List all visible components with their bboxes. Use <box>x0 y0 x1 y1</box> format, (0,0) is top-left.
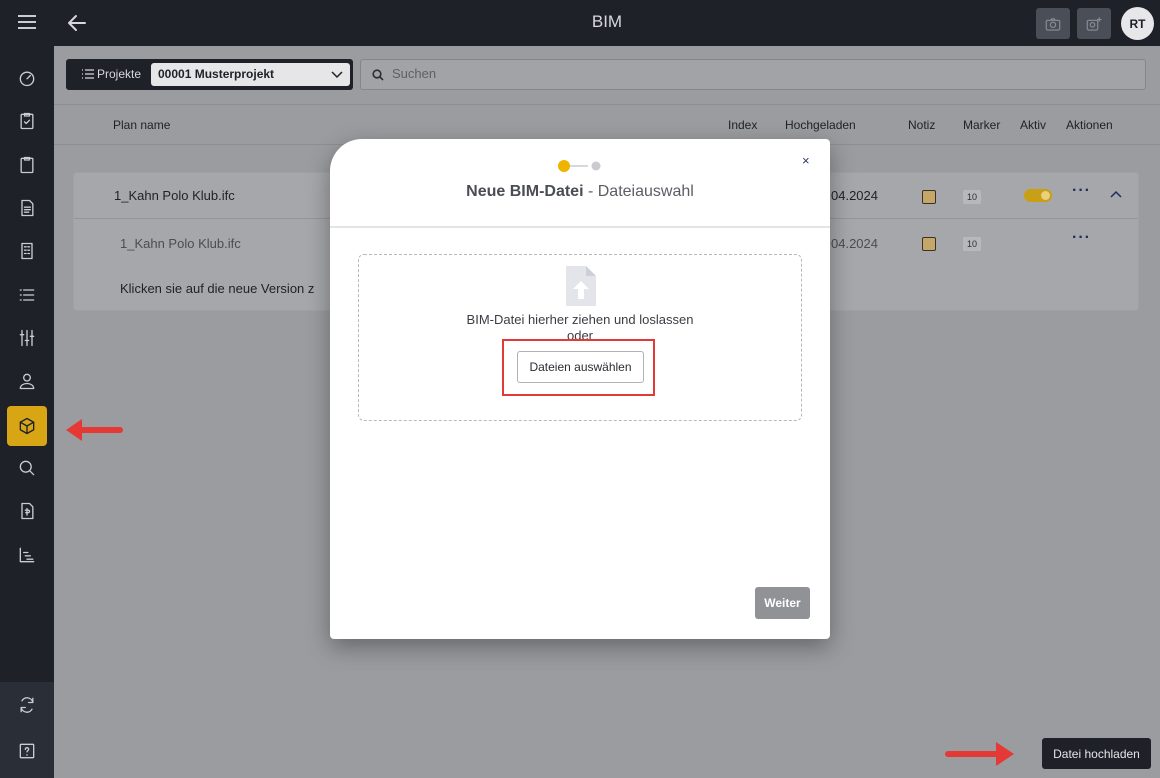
list-icon[interactable] <box>7 275 47 315</box>
top-bar: BIM RT <box>54 0 1160 46</box>
chevron-up-icon[interactable] <box>1110 190 1122 200</box>
sidebar <box>0 0 54 778</box>
sidebar-footer <box>0 682 54 778</box>
cube-icon[interactable] <box>7 406 47 446</box>
column-plan-name[interactable]: Plan name <box>113 118 170 132</box>
camera-button[interactable] <box>1036 8 1070 39</box>
sliders-icon[interactable] <box>7 318 47 358</box>
add-photo-icon <box>1086 16 1102 31</box>
column-index[interactable]: Index <box>728 118 757 132</box>
plan-name: 1_Kahn Polo Klub.ifc <box>114 188 235 203</box>
new-version-hint: Klicken sie auf die neue Version z <box>120 281 315 296</box>
document-icon[interactable] <box>7 188 47 228</box>
search-box <box>360 59 1146 90</box>
active-toggle[interactable] <box>1024 189 1052 202</box>
close-icon[interactable]: × <box>802 153 810 168</box>
page-title: BIM <box>591 12 623 31</box>
next-button[interactable]: Weiter <box>755 587 810 619</box>
search-nav-icon[interactable] <box>7 448 47 488</box>
search-icon <box>372 69 384 81</box>
column-marker[interactable]: Marker <box>963 118 1000 132</box>
project-filter: Projekte 00001 Musterprojekt <box>66 59 353 90</box>
dialog-title-bold: Neue BIM-Datei <box>466 183 584 200</box>
project-select[interactable]: 00001 Musterprojekt <box>151 63 350 86</box>
column-uploaded[interactable]: Hochgeladen <box>785 118 856 132</box>
more-actions-icon[interactable]: ··· <box>1072 229 1091 247</box>
dialog-title-rest: - Dateiauswahl <box>583 183 694 200</box>
red-arrow-left-icon <box>66 419 123 441</box>
uploaded-date: 04.2024 <box>831 188 878 203</box>
stepper-indicator <box>558 160 601 172</box>
more-actions-icon[interactable]: ··· <box>1072 182 1091 200</box>
new-bim-file-dialog: × Neue BIM-Datei - Dateiauswahl BIM-Date… <box>330 139 830 639</box>
avatar[interactable]: RT <box>1121 7 1154 40</box>
clipboard-icon[interactable] <box>7 145 47 185</box>
column-note[interactable]: Notiz <box>908 118 935 132</box>
add-photo-button[interactable] <box>1077 8 1111 39</box>
list-small-icon <box>82 69 94 79</box>
clipboard-check-icon[interactable] <box>7 101 47 141</box>
red-arrow-right-icon <box>945 742 1014 766</box>
menu-icon[interactable] <box>17 14 37 30</box>
projects-label[interactable]: Projekte <box>82 67 141 81</box>
projects-label-text: Projekte <box>97 67 142 81</box>
plan-version-name: 1_Kahn Polo Klub.ifc <box>120 236 241 251</box>
gantt-chart-icon[interactable] <box>7 535 47 575</box>
file-dropzone[interactable]: BIM-Datei hierher ziehen und loslassen o… <box>358 254 802 421</box>
marker-badge: 10 <box>963 190 981 204</box>
dialog-divider <box>330 226 830 228</box>
chevron-down-icon <box>331 71 343 79</box>
upload-file-button[interactable]: Datei hochladen <box>1042 738 1151 769</box>
dropzone-text-line1: BIM-Datei hierher ziehen und loslassen <box>466 312 694 327</box>
project-select-value: 00001 Musterprojekt <box>158 67 275 81</box>
note-icon[interactable] <box>922 190 936 204</box>
sync-icon[interactable] <box>7 685 47 725</box>
search-input[interactable] <box>392 66 1092 81</box>
invoice-icon[interactable] <box>7 491 47 531</box>
file-upload-icon <box>566 266 596 306</box>
user-icon[interactable] <box>7 361 47 401</box>
column-active[interactable]: Aktiv <box>1020 118 1046 132</box>
column-actions[interactable]: Aktionen <box>1066 118 1113 132</box>
choose-files-button[interactable]: Dateien auswählen <box>517 351 644 383</box>
note-icon[interactable] <box>922 237 936 251</box>
dialog-title: Neue BIM-Datei - Dateiauswahl <box>330 183 830 201</box>
dashboard-icon[interactable] <box>7 58 47 98</box>
camera-icon <box>1045 17 1061 31</box>
uploaded-date: 04.2024 <box>831 236 878 251</box>
help-icon[interactable] <box>7 731 47 771</box>
building-icon[interactable] <box>7 231 47 271</box>
marker-badge: 10 <box>963 237 981 251</box>
